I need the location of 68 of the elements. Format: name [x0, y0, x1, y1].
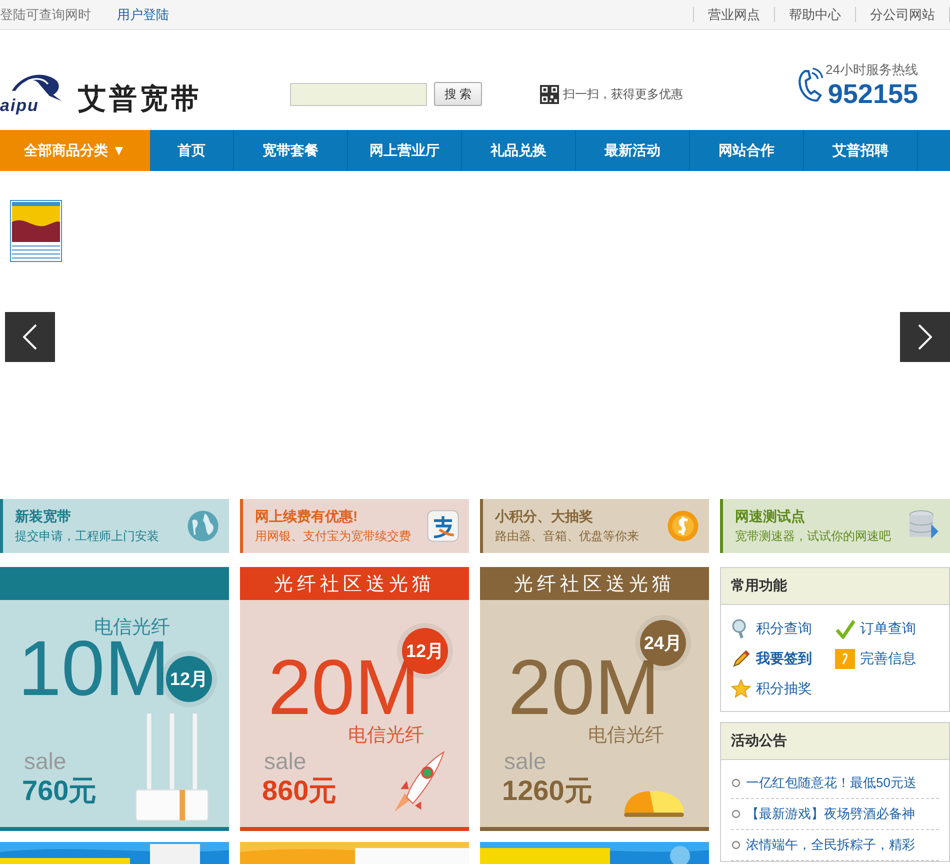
- nav-item[interactable]: 礼品兑换: [462, 130, 576, 171]
- feature-title: 小积分、大抽奖: [495, 508, 594, 526]
- chevron-left-icon: [23, 324, 37, 350]
- panel-title: 常用功能: [731, 577, 787, 595]
- feature-card[interactable]: 小积分、大抽奖 路由器、音箱、优盘等你来: [480, 499, 709, 553]
- search-button[interactable]: 搜 索: [434, 82, 482, 106]
- promo-price: 1260元: [502, 774, 592, 808]
- sale-label: sale: [264, 748, 306, 775]
- sale-label: sale: [504, 748, 546, 775]
- feature-title: 网上续费有优惠!: [255, 508, 359, 526]
- top-link[interactable]: 帮助中心: [774, 7, 855, 22]
- nav-item[interactable]: 艾普招聘: [804, 130, 918, 171]
- check-icon: [835, 619, 855, 639]
- nav-item[interactable]: 宽带套餐: [234, 130, 348, 171]
- search-field[interactable]: [290, 82, 427, 106]
- notice-link[interactable]: 一亿红包随意花！最低50元送: [746, 774, 916, 792]
- broken-image-icon: [10, 200, 62, 262]
- promo-price: 860元: [262, 774, 337, 808]
- feature-card[interactable]: 新装宽带 提交申请，工程师上门安装: [0, 499, 229, 553]
- sale-label: sale: [24, 748, 66, 775]
- pencil-icon: [731, 649, 751, 669]
- nav-item[interactable]: 首页: [150, 130, 234, 171]
- globe-icon: [185, 508, 221, 544]
- function-link[interactable]: 积分查询: [731, 619, 835, 639]
- panel-title: 活动公告: [731, 732, 787, 750]
- promo-header: 光纤社区送光猫: [240, 567, 469, 600]
- feature-subtitle: 宽带测速器，试试你的网速吧: [735, 528, 891, 544]
- nav-item[interactable]: 最新活动: [576, 130, 690, 171]
- nav-item[interactable]: 网上营业厅: [348, 130, 462, 171]
- star-icon: [731, 679, 751, 699]
- hotline-number: 952155: [828, 79, 918, 109]
- edit-info-icon: [835, 649, 855, 669]
- promo-subtitle: 电信光纤: [588, 724, 664, 748]
- notice-link[interactable]: 【最新游戏】夜场劈酒必备神: [746, 805, 915, 823]
- bullet-icon: [731, 778, 741, 788]
- function-link[interactable]: 我要签到: [731, 649, 835, 669]
- hotline-label: 24小时服务热线: [826, 61, 918, 79]
- bullet-icon: [731, 809, 741, 819]
- feature-subtitle: 路由器、音箱、优盘等你来: [495, 528, 639, 544]
- next-slide-button[interactable]: [900, 312, 950, 362]
- top-link[interactable]: 分公司网站: [855, 7, 950, 22]
- feature-card[interactable]: 网速测试点 宽带测速器，试试你的网速吧: [720, 499, 950, 553]
- promo-price: 760元: [22, 774, 97, 808]
- logo[interactable]: aipu 艾普宽带: [0, 72, 232, 116]
- nav-item[interactable]: 网站合作: [690, 130, 804, 171]
- payment-app-icon: [425, 508, 461, 544]
- coin-icon: [665, 508, 701, 544]
- login-link[interactable]: 用户登陆: [117, 6, 169, 24]
- top-link[interactable]: 营业网点: [693, 7, 774, 22]
- qr-promo-text: 扫一扫，获得更多优惠: [563, 86, 683, 102]
- qr-code-icon: [540, 84, 559, 104]
- function-link[interactable]: 订单查询: [835, 619, 935, 639]
- promo-duration-badge: 12月: [166, 656, 212, 702]
- feature-subtitle: 提交申请，工程师上门安装: [15, 528, 159, 544]
- feature-title: 新装宽带: [15, 508, 72, 526]
- feature-title: 网速测试点: [735, 508, 806, 526]
- notice-link[interactable]: 浓情端午，全民拆粽子，精彩: [746, 836, 915, 854]
- promo-header: 光纤社区送光猫: [480, 567, 709, 600]
- bullet-icon: [731, 840, 741, 850]
- promo-subtitle: 电信光纤: [348, 724, 424, 748]
- logo-text: 艾普宽带: [78, 82, 202, 116]
- chevron-right-icon: [918, 324, 932, 350]
- feature-subtitle: 用网银、支付宝为宽带续交费: [255, 528, 411, 544]
- function-link[interactable]: 积分抽奖: [731, 679, 835, 699]
- logo-letters: aipu: [0, 96, 39, 116]
- login-note: 登陆可查询网时: [0, 6, 91, 24]
- previous-slide-button[interactable]: [5, 312, 55, 362]
- function-link[interactable]: 完善信息: [835, 649, 935, 669]
